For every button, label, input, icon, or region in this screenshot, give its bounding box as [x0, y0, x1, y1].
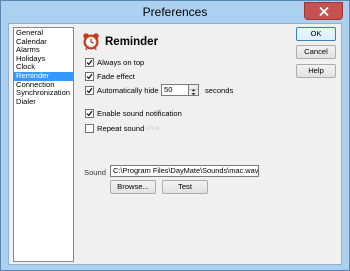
hide-seconds-input[interactable]: 50 [161, 84, 189, 96]
fade-effect-checkbox[interactable] [85, 72, 94, 81]
help-button[interactable]: Help [296, 64, 336, 78]
fade-effect-option[interactable]: Fade effect [85, 71, 135, 82]
dialog-body: General Calendar Alarms Holidays Clock R… [8, 23, 342, 265]
repeat-sound-checkbox[interactable] [85, 124, 94, 133]
always-on-top-label: Always on top [97, 58, 145, 67]
preferences-window: Preferences General Calendar Alarms Holi… [0, 0, 350, 271]
category-list[interactable]: General Calendar Alarms Holidays Clock R… [13, 27, 74, 262]
auto-hide-checkbox[interactable] [85, 86, 94, 95]
test-button[interactable]: Test [162, 180, 208, 194]
close-icon [319, 7, 329, 16]
close-button[interactable] [304, 2, 343, 20]
checkmark-icon [86, 110, 93, 117]
spin-down-button[interactable] [189, 90, 198, 96]
always-on-top-option[interactable]: Always on top [85, 57, 144, 68]
cancel-button[interactable]: Cancel [296, 45, 336, 59]
panel-title: Reminder [105, 36, 159, 48]
window-title: Preferences [142, 5, 208, 19]
enable-sound-checkbox[interactable] [85, 109, 94, 118]
seconds-unit-label: seconds [205, 86, 234, 95]
title-bar[interactable]: Preferences [1, 1, 349, 23]
auto-hide-option[interactable]: Automatically hide in [85, 85, 167, 96]
arrow-down-icon [191, 93, 196, 96]
auto-hide-label: Automatically hide in [97, 86, 167, 95]
alarm-clock-icon [83, 33, 99, 50]
enable-sound-option[interactable]: Enable sound notification [85, 108, 182, 119]
enable-sound-label: Enable sound notification [97, 109, 182, 118]
spinner-buttons [189, 84, 199, 96]
always-on-top-checkbox[interactable] [85, 58, 94, 67]
hide-seconds-spinner[interactable]: 50 [161, 84, 199, 96]
nav-item-dialer[interactable]: Dialer [14, 97, 73, 107]
ok-button[interactable]: OK [296, 27, 336, 41]
repeat-sound-option[interactable]: Repeat sound once [85, 123, 159, 134]
repeat-sound-extra: once [146, 125, 160, 132]
browse-button[interactable]: Browse... [110, 180, 156, 194]
fade-effect-label: Fade effect [97, 72, 135, 81]
repeat-sound-label: Repeat sound [97, 124, 145, 133]
reminder-settings-panel: Reminder Always on top Fade effect Autom… [76, 24, 286, 264]
sound-file-field[interactable]: C:\Program Files\DayMate\Sounds\mac.wav [110, 165, 259, 177]
checkmark-icon [86, 59, 93, 66]
checkmark-icon [86, 73, 93, 80]
sound-label: Sound [84, 168, 106, 177]
checkmark-icon [86, 87, 93, 94]
